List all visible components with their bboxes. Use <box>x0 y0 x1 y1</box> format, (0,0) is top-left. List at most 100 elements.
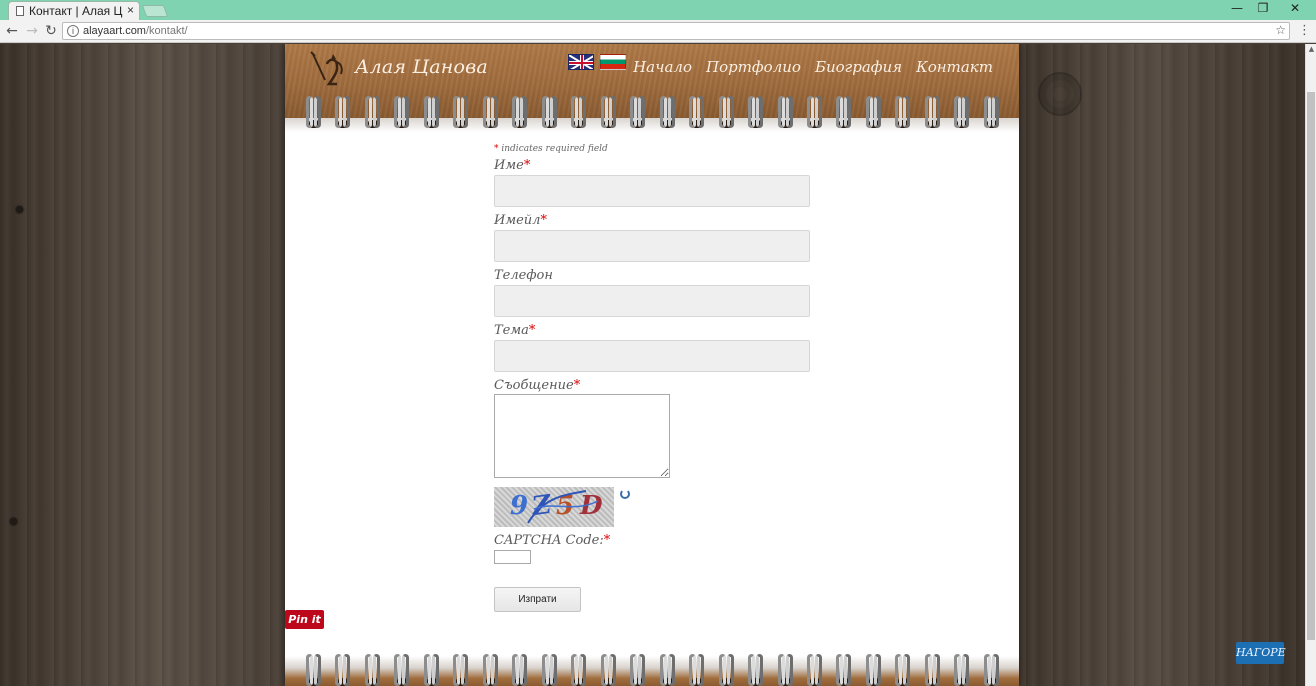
spiral-ring-decoration <box>627 96 649 132</box>
wood-knot-decoration <box>1038 72 1082 116</box>
spiral-ring-decoration <box>332 654 354 686</box>
spiral-ring-decoration <box>332 96 354 132</box>
captcha-input[interactable] <box>494 550 531 564</box>
spiral-binding-bottom <box>303 654 1003 686</box>
spiral-ring-decoration <box>568 654 590 686</box>
nav-portfolio[interactable]: Портфолио <box>706 58 801 76</box>
spiral-ring-decoration <box>421 96 443 132</box>
submit-button[interactable]: Изпрати <box>494 587 581 612</box>
tab-close-icon[interactable]: × <box>127 3 134 17</box>
site-info-icon[interactable]: i <box>67 25 79 37</box>
spiral-ring-decoration <box>480 654 502 686</box>
captcha-image: 9 Z 5 D <box>494 487 614 527</box>
english-flag-icon[interactable] <box>568 54 594 70</box>
spiral-ring-decoration <box>657 654 679 686</box>
page-icon <box>16 6 24 16</box>
message-field[interactable] <box>494 394 670 478</box>
spiral-ring-decoration <box>863 654 885 686</box>
email-label: Имейл* <box>494 213 547 228</box>
back-arrow-icon[interactable]: ← <box>4 23 20 39</box>
spiral-ring-decoration <box>716 654 738 686</box>
subject-field[interactable] <box>494 340 810 372</box>
pinterest-pin-button[interactable]: Pin it <box>285 610 324 629</box>
spiral-ring-decoration <box>657 96 679 132</box>
phone-field[interactable] <box>494 285 810 317</box>
spiral-ring-decoration <box>598 96 620 132</box>
tab-title: Контакт | Алая Цан <box>29 4 123 18</box>
spiral-ring-decoration <box>303 96 325 132</box>
captcha-noise-lines <box>527 490 599 524</box>
main-nav: Начало Портфолио Биография Контакт <box>633 58 993 76</box>
spiral-ring-decoration <box>775 96 797 132</box>
back-to-top-button[interactable]: НАГОРЕ <box>1236 642 1286 664</box>
email-field[interactable] <box>494 230 810 262</box>
spiral-ring-decoration <box>362 96 384 132</box>
browser-toolbar: ← → ↻ i alayaart.com/kontakt/ ☆ ⋮ <box>0 20 1316 43</box>
spiral-ring-decoration <box>892 654 914 686</box>
minimize-icon[interactable]: — <box>1226 1 1248 15</box>
captcha-refresh-icon[interactable] <box>620 489 630 499</box>
spiral-ring-decoration <box>568 96 590 132</box>
message-label: Съобщение* <box>494 378 581 393</box>
spiral-ring-decoration <box>833 654 855 686</box>
bulgarian-flag-icon[interactable] <box>600 54 626 70</box>
spiral-ring-decoration <box>509 654 531 686</box>
maximize-icon[interactable]: ❐ <box>1252 1 1274 15</box>
spiral-ring-decoration <box>686 654 708 686</box>
spiral-ring-decoration <box>686 96 708 132</box>
browser-menu-icon[interactable]: ⋮ <box>1298 23 1311 38</box>
browser-tab[interactable]: Контакт | Алая Цан × <box>8 1 140 20</box>
spiral-ring-decoration <box>362 654 384 686</box>
spiral-ring-decoration <box>951 654 973 686</box>
spiral-ring-decoration <box>775 654 797 686</box>
spiral-ring-decoration <box>539 96 561 132</box>
spiral-ring-decoration <box>804 96 826 132</box>
phone-label: Телефон <box>494 268 553 283</box>
new-tab-button[interactable] <box>141 5 169 17</box>
bookmark-star-icon[interactable]: ☆ <box>1275 23 1286 37</box>
browser-titlebar: Контакт | Алая Цан × — ❐ ✕ <box>0 0 1316 20</box>
url-domain: alayaart.com <box>83 25 146 37</box>
nav-home[interactable]: Начало <box>633 58 692 76</box>
spiral-ring-decoration <box>539 654 561 686</box>
site-title[interactable]: Алая Цанова <box>355 56 488 78</box>
spiral-ring-decoration <box>421 654 443 686</box>
url-path: /kontakt/ <box>145 25 188 37</box>
url-text: alayaart.com/kontakt/ <box>83 25 188 37</box>
reload-icon[interactable]: ↻ <box>43 23 59 39</box>
spiral-ring-decoration <box>450 654 472 686</box>
spiral-ring-decoration <box>598 654 620 686</box>
scrollbar-thumb[interactable] <box>1307 92 1315 640</box>
spiral-ring-decoration <box>951 96 973 132</box>
nav-biography[interactable]: Биография <box>815 58 902 76</box>
spiral-ring-decoration <box>303 654 325 686</box>
close-window-icon[interactable]: ✕ <box>1284 1 1306 15</box>
scroll-up-arrow-icon[interactable]: ▲ <box>1307 44 1316 54</box>
address-bar[interactable]: i alayaart.com/kontakt/ ☆ <box>62 22 1290 40</box>
spiral-ring-decoration <box>981 654 1003 686</box>
contact-form: * indicates required field Име* Имейл* Т… <box>494 144 814 612</box>
spiral-ring-decoration <box>981 96 1003 132</box>
forward-arrow-icon[interactable]: → <box>24 23 40 39</box>
spiral-ring-decoration <box>509 96 531 132</box>
nav-contact[interactable]: Контакт <box>916 58 993 76</box>
spiral-ring-decoration <box>922 654 944 686</box>
name-field[interactable] <box>494 175 810 207</box>
captcha-block: 9 Z 5 D <box>494 487 814 529</box>
captcha-code-label: CAPTCHA Code:* <box>494 533 611 548</box>
notebook-page: Алая Цанова Начало Портфолио Биография К… <box>285 44 1019 686</box>
spiral-ring-decoration <box>627 654 649 686</box>
spiral-ring-decoration <box>833 96 855 132</box>
nail-decoration <box>10 518 17 525</box>
spiral-ring-decoration <box>863 96 885 132</box>
spiral-ring-decoration <box>480 96 502 132</box>
spiral-ring-decoration <box>716 96 738 132</box>
page-scrollbar[interactable]: ▲ <box>1305 44 1316 686</box>
spiral-ring-decoration <box>391 96 413 132</box>
spiral-ring-decoration <box>391 654 413 686</box>
spiral-ring-decoration <box>922 96 944 132</box>
spiral-ring-decoration <box>745 96 767 132</box>
spiral-ring-decoration <box>892 96 914 132</box>
subject-label: Тема* <box>494 323 536 338</box>
artist-logo-icon[interactable] <box>307 50 347 88</box>
